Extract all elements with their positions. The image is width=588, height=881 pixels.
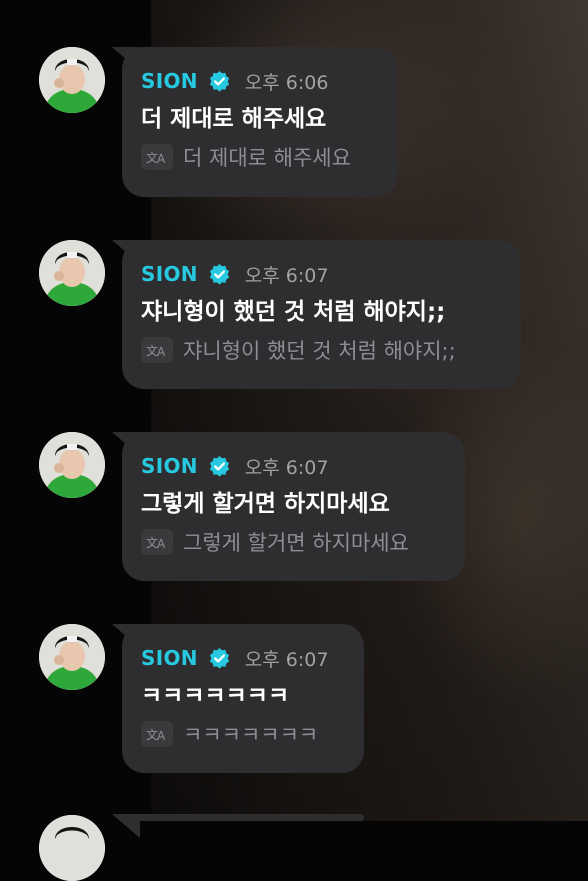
sender-name[interactable]: SION <box>141 262 198 286</box>
verified-check-icon <box>208 263 231 286</box>
translate-icon[interactable]: 文 A <box>141 337 173 363</box>
message-bubble: SION 오후 6:06 더 제대로 해주세요 文 A 더 제대로 해주세요 <box>122 47 398 197</box>
translation-text: ㅋㅋㅋㅋㅋㅋㅋ <box>183 723 319 747</box>
message-header: SION 오후 6:07 <box>141 260 499 288</box>
verified-check-icon <box>208 70 231 93</box>
sender-name[interactable]: SION <box>141 646 198 670</box>
avatar[interactable] <box>39 624 105 690</box>
translation-text: 쟈니형이 했던 것 처럼 해야지;; <box>183 339 456 363</box>
message-time: 오후 6:07 <box>244 264 329 287</box>
svg-text:A: A <box>157 345 166 358</box>
message-header: SION 오후 6:07 <box>141 644 342 672</box>
translation-row: 文 A ㅋㅋㅋㅋㅋㅋㅋ <box>141 719 342 749</box>
sender-name[interactable]: SION <box>141 69 198 93</box>
translation-text: 더 제대로 해주세요 <box>183 146 351 170</box>
translation-row: 文 A 그렇게 할거면 하지마세요 <box>141 527 443 557</box>
avatar[interactable] <box>39 47 105 113</box>
message-bubble <box>122 814 364 821</box>
translation-row: 文 A 더 제대로 해주세요 <box>141 142 376 172</box>
verified-check-icon <box>208 647 231 670</box>
message-text: 그렇게 할거면 하지마세요 <box>141 491 390 517</box>
message-bubble: SION 오후 6:07 ㅋㅋㅋㅋㅋㅋㅋ 文 A ㅋㅋㅋㅋㅋㅋㅋ <box>122 624 364 773</box>
translate-icon[interactable]: 文 A <box>141 144 173 170</box>
svg-text:A: A <box>157 537 166 550</box>
verified-check-icon <box>208 455 231 478</box>
sender-name[interactable]: SION <box>141 454 198 478</box>
message-text: 쟈니형이 했던 것 처럼 해야지;; <box>141 299 446 325</box>
avatar[interactable] <box>39 240 105 306</box>
message-time: 오후 6:07 <box>244 456 329 479</box>
message-time: 오후 6:07 <box>244 648 329 671</box>
translation-text: 그렇게 할거면 하지마세요 <box>183 531 409 555</box>
message-header: SION 오후 6:06 <box>141 67 376 95</box>
message-text: 더 제대로 해주세요 <box>141 106 327 132</box>
message-bubble: SION 오후 6:07 쟈니형이 했던 것 처럼 해야지;; 文 A 쟈니형이… <box>122 240 521 389</box>
translation-row: 文 A 쟈니형이 했던 것 처럼 해야지;; <box>141 335 499 365</box>
message-time: 오후 6:06 <box>244 71 329 94</box>
avatar[interactable] <box>39 815 105 881</box>
avatar[interactable] <box>39 432 105 498</box>
message-bubble: SION 오후 6:07 그렇게 할거면 하지마세요 文 A 그렇게 할거면 하… <box>122 432 465 581</box>
svg-text:A: A <box>157 729 166 742</box>
message-header: SION 오후 6:07 <box>141 452 443 480</box>
message-text: ㅋㅋㅋㅋㅋㅋㅋ <box>141 683 290 709</box>
svg-text:A: A <box>157 152 166 165</box>
translate-icon[interactable]: 文 A <box>141 721 173 747</box>
translate-icon[interactable]: 文 A <box>141 529 173 555</box>
